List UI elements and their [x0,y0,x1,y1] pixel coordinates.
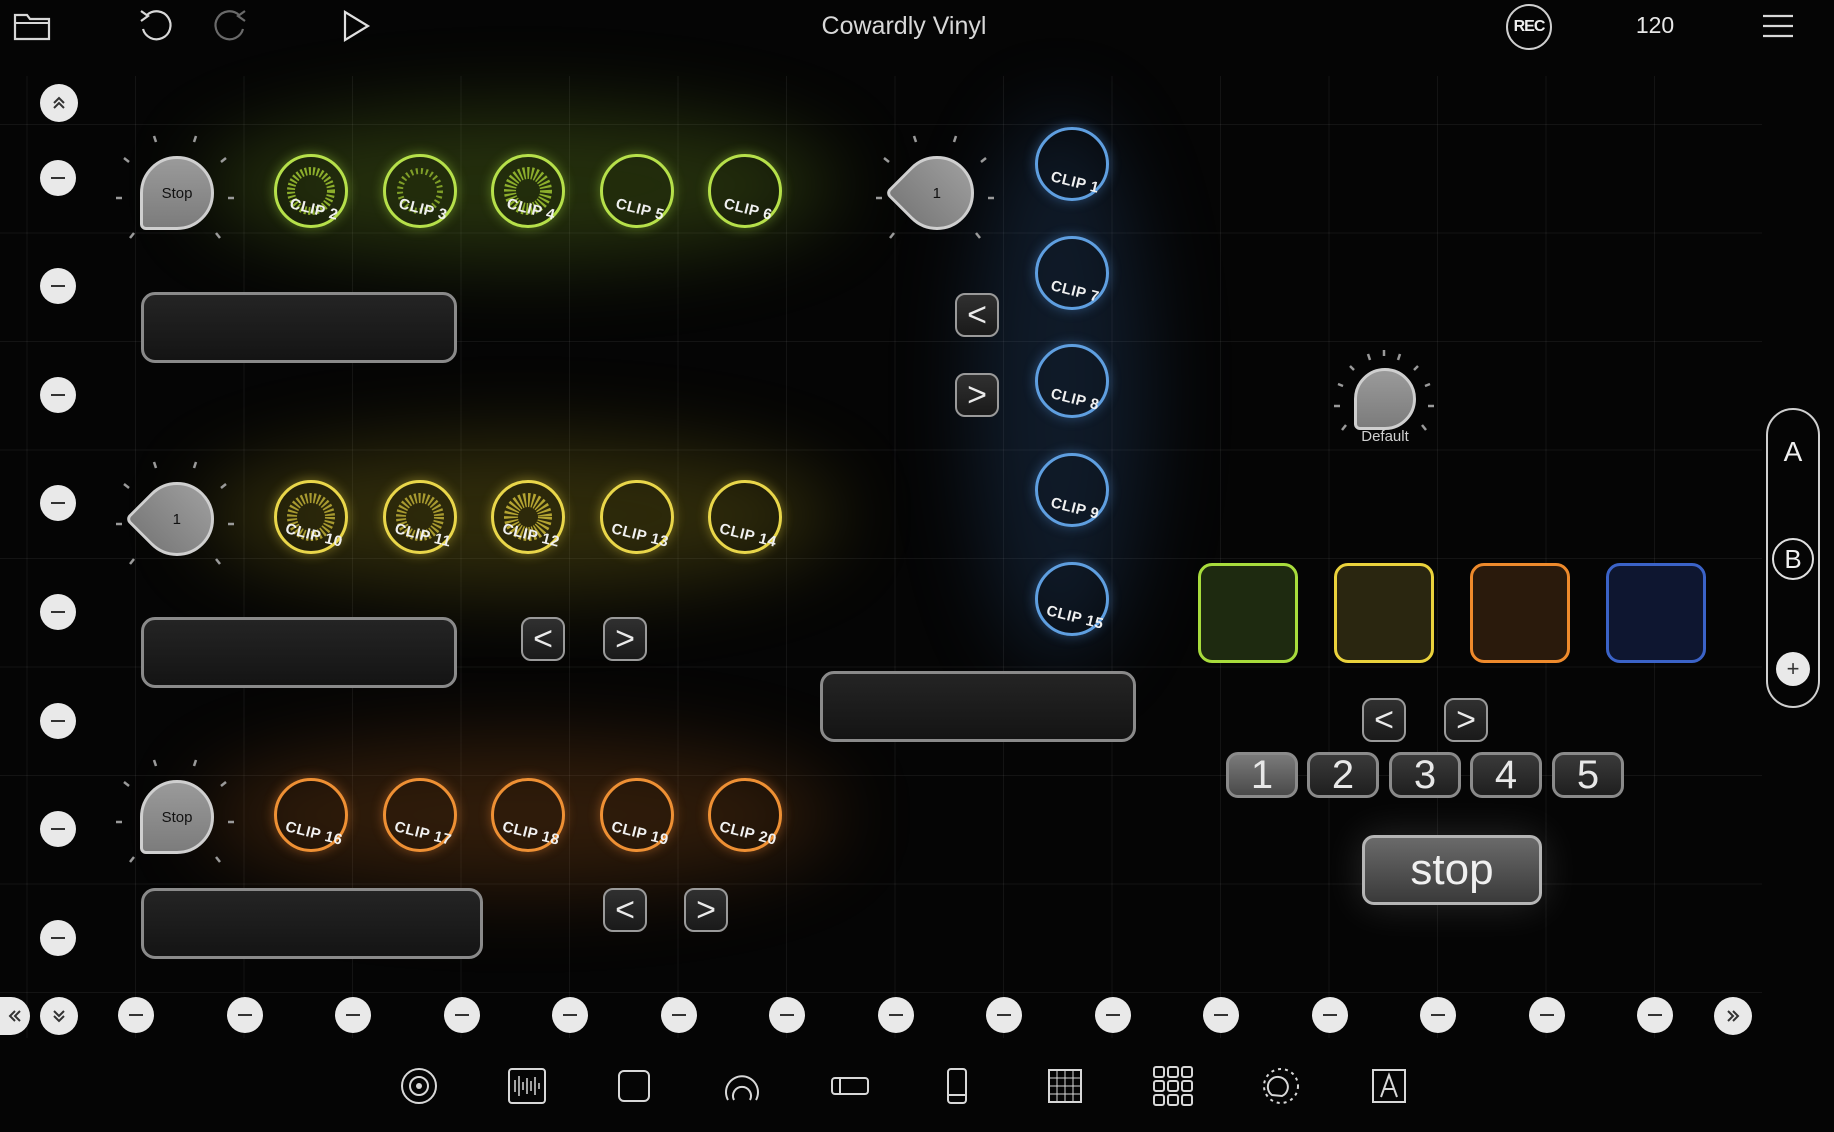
knob-value: Stop [161,184,193,202]
pad-grid-tool-icon[interactable] [1151,1064,1195,1108]
col-remove-button-12[interactable] [1312,997,1348,1033]
row-remove-button-5[interactable] [40,594,76,630]
knob-value: Stop [161,808,193,826]
hamburger-menu-icon[interactable] [1756,6,1800,46]
scroll-right-icon[interactable] [1714,997,1752,1035]
text-field-row3[interactable] [141,888,483,959]
square-pad-tool-icon[interactable] [612,1064,656,1108]
phone-layout-tool-icon[interactable] [935,1064,979,1108]
clip-button[interactable]: CLIP 5 [600,154,674,228]
col-remove-button-13[interactable] [1420,997,1456,1033]
scene-knob-row2[interactable]: 1 [110,454,240,584]
scene-knob-blue[interactable]: 1 [870,128,1000,258]
pad-blue[interactable] [1606,563,1706,663]
record-button[interactable]: REC [1506,4,1552,50]
row-remove-button-2[interactable] [40,268,76,304]
top-bar: Cowardly Vinyl REC 120 [0,0,1834,60]
next-button[interactable]: > [1444,698,1488,742]
col-remove-button-5[interactable] [552,997,588,1033]
scroll-down-icon[interactable] [40,997,78,1035]
text-field-row1[interactable] [141,292,457,363]
clip-button[interactable]: CLIP 12 [491,480,565,554]
scene-knob-row3[interactable]: Stop [110,752,240,882]
clip-button[interactable]: CLIP 9 [1035,453,1109,527]
clip-button[interactable]: CLIP 11 [383,480,457,554]
scene-knob-row1[interactable]: Stop [110,128,240,258]
row-remove-button-3[interactable] [40,377,76,413]
row-remove-button-8[interactable] [40,920,76,956]
clip-button[interactable]: CLIP 6 [708,154,782,228]
stop-button[interactable]: stop [1362,835,1542,905]
clip-button[interactable]: CLIP 20 [708,778,782,852]
clip-button[interactable]: CLIP 1 [1035,127,1109,201]
bank-button-3[interactable]: 3 [1389,752,1461,798]
next-button[interactable]: > [684,888,728,932]
col-remove-button-15[interactable] [1637,997,1673,1033]
clip-button[interactable]: CLIP 4 [491,154,565,228]
dial-tool-icon[interactable] [1259,1064,1303,1108]
clip-button[interactable]: CLIP 16 [274,778,348,852]
next-button[interactable]: > [955,373,999,417]
clip-button[interactable]: CLIP 14 [708,480,782,554]
knob-value: 1 [172,510,182,528]
col-remove-button-10[interactable] [1095,997,1131,1033]
knob-body: Stop [140,156,214,230]
prev-button[interactable]: < [1362,698,1406,742]
waveform-tool-icon[interactable] [505,1064,549,1108]
clip-button[interactable]: CLIP 17 [383,778,457,852]
clip-button[interactable]: CLIP 15 [1035,562,1109,636]
next-button[interactable]: > [603,617,647,661]
grid-tool-icon[interactable] [1043,1064,1087,1108]
bank-button-5[interactable]: 5 [1552,752,1624,798]
text-field-row2[interactable] [141,617,457,688]
col-remove-button-8[interactable] [878,997,914,1033]
row-remove-button-1[interactable] [40,160,76,196]
clip-button[interactable]: CLIP 7 [1035,236,1109,310]
tempo-bpm[interactable]: 120 [1620,12,1690,39]
scroll-up-icon[interactable] [40,84,78,122]
slider-tool-icon[interactable] [828,1064,872,1108]
arc-knob-tool-icon[interactable] [720,1064,764,1108]
clip-button[interactable]: CLIP 13 [600,480,674,554]
text-tool-icon[interactable] [1367,1064,1411,1108]
col-remove-button-3[interactable] [335,997,371,1033]
knob-tool-icon[interactable] [397,1064,441,1108]
pad-yellow[interactable] [1334,563,1434,663]
scene-b-button[interactable]: B [1772,538,1814,580]
clip-button[interactable]: CLIP 19 [600,778,674,852]
add-scene-button[interactable]: + [1776,652,1810,686]
col-remove-button-1[interactable] [118,997,154,1033]
col-remove-button-4[interactable] [444,997,480,1033]
clip-button[interactable]: CLIP 3 [383,154,457,228]
bank-button-4[interactable]: 4 [1470,752,1542,798]
pad-orange[interactable] [1470,563,1570,663]
col-remove-button-11[interactable] [1203,997,1239,1033]
prev-button[interactable]: < [955,293,999,337]
bank-button-2[interactable]: 2 [1307,752,1379,798]
knob-body [1354,368,1416,430]
bank-button-1[interactable]: 1 [1226,752,1298,798]
col-remove-button-14[interactable] [1529,997,1565,1033]
col-remove-button-7[interactable] [769,997,805,1033]
clip-button[interactable]: CLIP 10 [274,480,348,554]
row-remove-button-6[interactable] [40,703,76,739]
knob-body: Stop [140,780,214,854]
col-remove-button-2[interactable] [227,997,263,1033]
row-remove-button-4[interactable] [40,485,76,521]
ab-scene-panel: A B + [1766,408,1820,708]
col-remove-button-9[interactable] [986,997,1022,1033]
clip-button[interactable]: CLIP 8 [1035,344,1109,418]
prev-button[interactable]: < [521,617,565,661]
knob-value: 1 [932,184,942,202]
text-field-blue[interactable] [820,671,1136,742]
pad-green[interactable] [1198,563,1298,663]
default-knob-label: Default [1361,428,1409,445]
col-remove-button-6[interactable] [661,997,697,1033]
clip-button[interactable]: CLIP 2 [274,154,348,228]
prev-button[interactable]: < [603,888,647,932]
row-remove-button-7[interactable] [40,811,76,847]
clip-button[interactable]: CLIP 18 [491,778,565,852]
scene-a-button[interactable]: A [1768,436,1818,468]
